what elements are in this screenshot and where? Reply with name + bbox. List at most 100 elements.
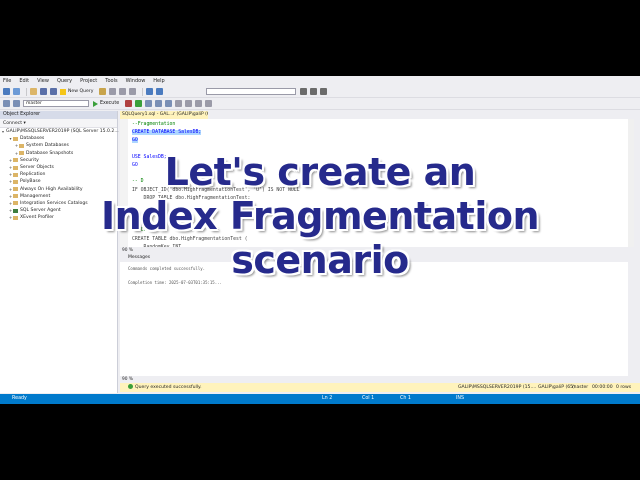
menu-item-help[interactable]: Help [153, 78, 164, 84]
status-ins: INS [456, 396, 465, 401]
outdent-icon[interactable] [205, 100, 213, 107]
save-icon[interactable] [40, 88, 47, 95]
database-select[interactable]: master [23, 100, 89, 107]
forward-icon[interactable] [13, 88, 20, 95]
tree-node[interactable]: + PolyBase [0, 178, 117, 185]
save-all-icon[interactable] [50, 88, 57, 95]
menu-item-window[interactable]: Window [126, 78, 146, 84]
tree-node-label: XEvent Profiler [20, 215, 54, 221]
menu-item-tools[interactable]: Tools [105, 78, 117, 84]
plan-icon[interactable] [145, 100, 153, 107]
menu-bar: File Edit View Query Project Tools Window Help [0, 76, 640, 86]
uncomment-icon[interactable] [185, 100, 193, 107]
menu-item-view[interactable]: View [37, 78, 49, 84]
properties-icon[interactable] [300, 88, 308, 95]
undo-icon[interactable] [146, 88, 154, 95]
folder-icon [13, 165, 18, 170]
expand-toggle-icon[interactable]: ▾ [2, 128, 4, 135]
folder-icon [13, 194, 18, 199]
paste-icon[interactable] [129, 88, 137, 95]
back-icon[interactable] [3, 88, 10, 95]
editor-vertical-scrollbar[interactable] [628, 119, 634, 247]
parse-icon[interactable] [135, 100, 143, 107]
tree-node[interactable]: + Management [0, 193, 117, 200]
folder-icon [13, 201, 18, 206]
folder-icon [13, 179, 18, 184]
sql-editor-toolbar: master Execute [0, 98, 640, 110]
success-icon [128, 384, 133, 389]
query-server: GALIP\MSSQLSERVER2019P (15.... [458, 385, 537, 390]
toolbar-separator [26, 87, 27, 96]
tree-node[interactable]: + Replication [0, 171, 117, 178]
tree-node[interactable]: + Security [0, 157, 117, 164]
execute-label: Execute [100, 101, 120, 106]
tree-node-label: PolyBase [20, 179, 41, 185]
query-editor[interactable]: --Fragmentation CREATE DATABASE SalesDB; G… [120, 119, 628, 258]
cut-icon[interactable] [109, 88, 117, 95]
messages-tab[interactable]: Messages [120, 254, 640, 262]
connect-icon[interactable] [3, 100, 10, 107]
indent-icon[interactable] [195, 100, 203, 107]
tree-node[interactable]: + XEvent Profiler [0, 214, 117, 221]
tree-node-label: System Databases [26, 143, 69, 149]
code-area[interactable]: --Fragmentation CREATE DATABASE SalesDB; G… [132, 121, 320, 260]
redo-icon[interactable] [156, 88, 164, 95]
tree-node[interactable]: ▾ GALIP\MSSQLSERVER2019P (SQL Server 15.0… [0, 128, 119, 135]
copy-icon[interactable] [119, 88, 127, 95]
messages-zoom-select[interactable]: 90 % [120, 376, 640, 383]
query-tab[interactable]: SQLQuery1.sql - GAL...r (GALIP\galiP (65… [120, 111, 208, 119]
results-text-icon[interactable] [165, 100, 173, 107]
code-line: --Fragmentation [132, 122, 176, 127]
change-connection-icon[interactable] [13, 100, 20, 107]
code-line: -- D [132, 179, 144, 185]
query-status-message: Query executed successfully. [128, 383, 202, 392]
comment-icon[interactable] [175, 100, 183, 107]
tree-node[interactable]: + Database Snapshots [0, 150, 117, 157]
toolbox-icon[interactable] [320, 88, 328, 95]
code-line: DROP TABLE dbo.HighFragmentationTest; [132, 195, 251, 201]
new-query-button[interactable]: New Query [60, 88, 94, 95]
new-query-icon [60, 88, 66, 95]
wrench-icon[interactable] [310, 88, 318, 95]
status-ready: Ready [12, 396, 27, 401]
open-file-icon[interactable] [30, 88, 37, 95]
message-line: Commands completed successfully. [128, 266, 206, 271]
menu-item-query[interactable]: Query [57, 78, 72, 84]
tree-node[interactable]: + SQL Server Agent [0, 207, 117, 214]
new-query-label: New Query [68, 89, 94, 94]
solution-config-combo[interactable] [206, 88, 297, 95]
query-time: 00:00:00 [592, 385, 613, 390]
code-line: CREATE TABLE dbo.HighFragmentationTest ( [132, 236, 248, 242]
editor-gutter [120, 119, 128, 247]
execute-button[interactable]: Execute [93, 100, 120, 107]
connect-button[interactable]: Connect ▾ [0, 119, 117, 128]
toolbar-separator [142, 87, 144, 96]
message-line: Completion time: 2025-07-03T01:35:15... [128, 280, 222, 285]
cancel-query-icon[interactable] [125, 100, 133, 107]
code-line: IF OBJECT_ID('dbo.HighFragmentationTest'… [132, 187, 300, 193]
tree-node[interactable]: ▾ Databases [0, 135, 117, 142]
code-line: CREATE DATABASE SalesDB; [132, 130, 202, 136]
query-status-bar: Query executed successfully. GALIP\MSSQL… [120, 383, 640, 392]
menu-item-edit[interactable]: Edit [19, 78, 29, 84]
query-database: master [572, 385, 589, 390]
tree-node[interactable]: + Always On High Availability [0, 186, 117, 193]
messages-pane: Commands completed successfully. Complet… [120, 262, 628, 376]
tree-node[interactable]: + Server Objects [0, 164, 117, 171]
db-query-icon[interactable] [99, 88, 107, 95]
message-line [128, 272, 628, 279]
editor-zoom-select[interactable]: 90 % [120, 247, 640, 254]
object-explorer-title: Object Explorer [0, 111, 117, 119]
tree-node-label: Database Snapshots [26, 150, 74, 156]
menu-item-project[interactable]: Project [80, 78, 97, 84]
tree-node-label: Management [20, 193, 51, 199]
tree-node-label: Replication [20, 172, 46, 178]
folder-icon [19, 143, 24, 148]
tree-node-label: SQL Server Agent [20, 208, 61, 214]
query-rows: 0 rows [616, 385, 632, 390]
tree-node[interactable]: + Integration Services Catalogs [0, 200, 117, 207]
menu-item-file[interactable]: File [3, 78, 11, 84]
results-grid-icon[interactable] [155, 100, 163, 107]
status-line: Ln 2 [322, 396, 333, 401]
tree-node[interactable]: + System Databases [0, 142, 117, 149]
